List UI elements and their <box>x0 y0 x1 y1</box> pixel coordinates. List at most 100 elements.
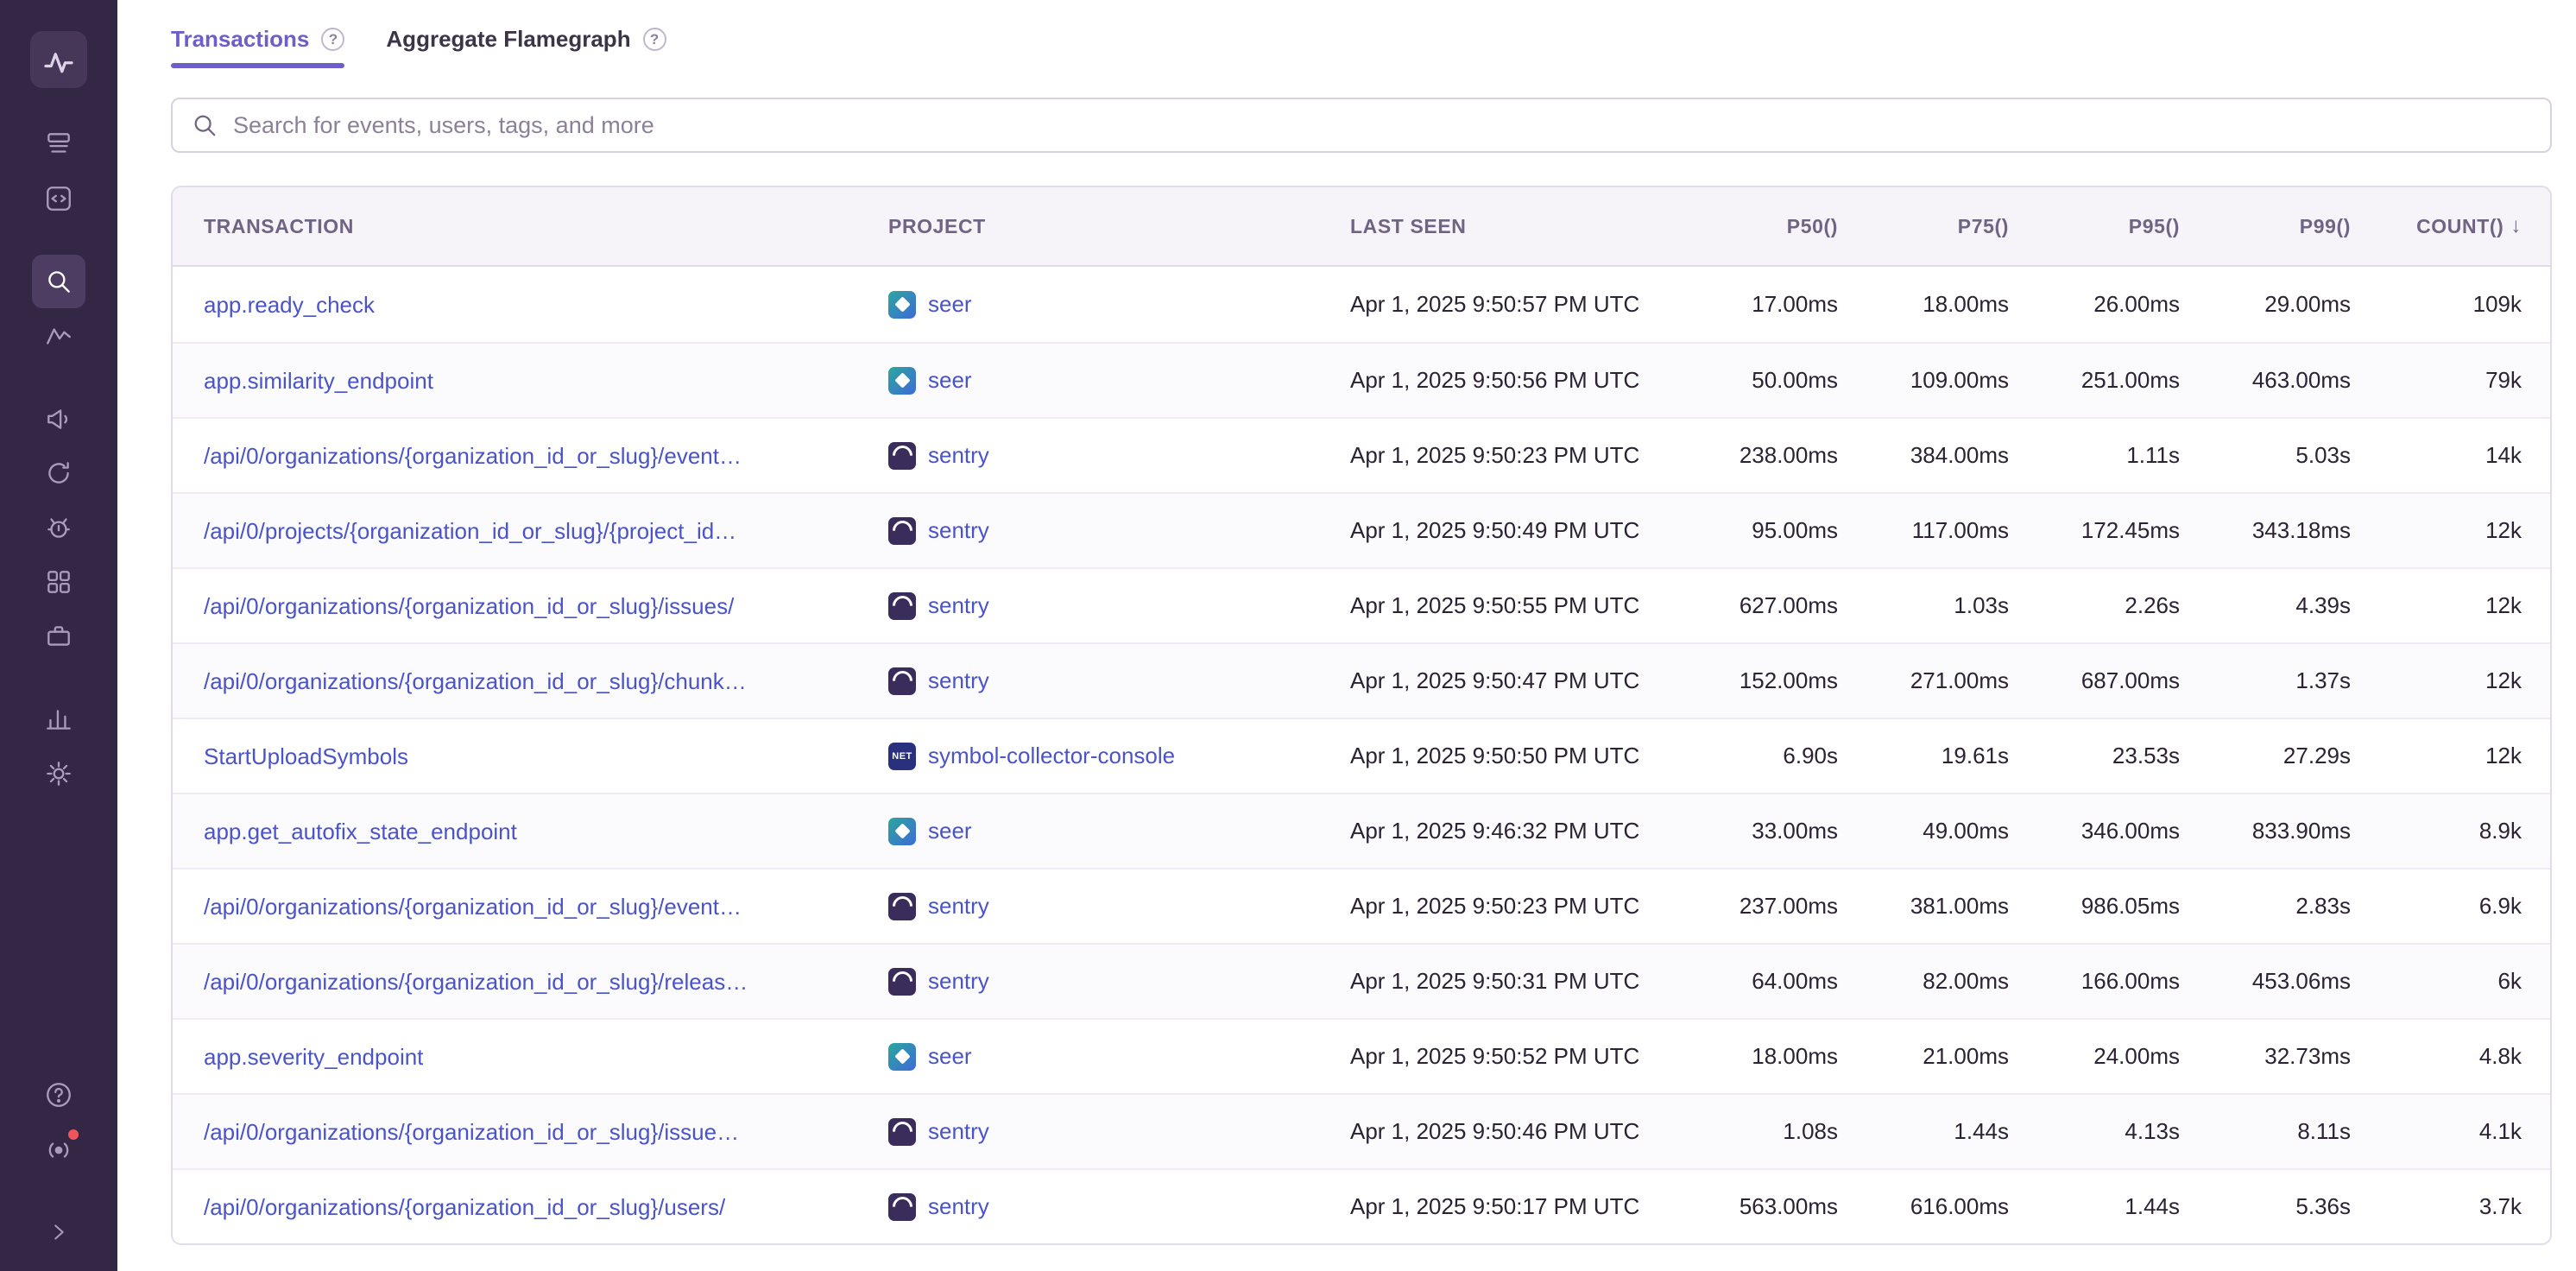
transaction-link[interactable]: app.get_autofix_state_endpoint <box>204 819 517 845</box>
project-link[interactable]: sentry <box>928 592 989 619</box>
p50-value: 563.00ms <box>1695 1193 1866 1220</box>
project-platform-icon <box>888 1193 916 1221</box>
sidebar-item-issues[interactable] <box>32 117 85 171</box>
sidebar-item-releases[interactable] <box>32 610 85 663</box>
sidebar-item-help[interactable] <box>32 1068 85 1122</box>
sidebar-item-explore[interactable] <box>32 172 85 225</box>
transaction-link[interactable]: /api/0/organizations/{organization_id_or… <box>204 593 734 620</box>
p50-value: 33.00ms <box>1695 818 1866 844</box>
project-link[interactable]: sentry <box>928 1193 989 1220</box>
column-header-count-label: COUNT() <box>2416 215 2503 238</box>
p50-value: 1.08s <box>1695 1118 1866 1145</box>
p99-value: 32.73ms <box>2208 1043 2379 1070</box>
sentry-logo-icon <box>41 42 76 77</box>
sidebar-item-whats-new[interactable] <box>32 1122 85 1176</box>
last-seen-value: Apr 1, 2025 9:46:32 PM UTC <box>1350 818 1695 844</box>
project-link[interactable]: sentry <box>928 667 989 694</box>
sidebar-item-traces[interactable] <box>32 309 85 363</box>
help-icon <box>44 1080 73 1110</box>
count-value: 3.7k <box>2379 1193 2550 1220</box>
p95-value: 1.44s <box>2037 1193 2208 1220</box>
project-platform-icon <box>888 291 916 319</box>
sidebar-item-feedback[interactable] <box>32 392 85 446</box>
collapse-sidebar-button[interactable] <box>32 1205 85 1259</box>
replays-icon <box>44 458 73 488</box>
p95-value: 23.53s <box>2037 743 2208 769</box>
table-header: TRANSACTION PROJECT LAST SEEN P50() P75(… <box>173 187 2550 267</box>
project-link[interactable]: seer <box>928 818 972 844</box>
help-question-icon[interactable]: ? <box>643 28 666 51</box>
last-seen-value: Apr 1, 2025 9:50:55 PM UTC <box>1350 592 1695 619</box>
p75-value: 616.00ms <box>1866 1193 2037 1220</box>
project-link[interactable]: sentry <box>928 968 989 995</box>
p50-value: 627.00ms <box>1695 592 1866 619</box>
sidebar-item-search[interactable] <box>32 255 85 308</box>
last-seen-value: Apr 1, 2025 9:50:31 PM UTC <box>1350 968 1695 995</box>
transaction-link[interactable]: /api/0/organizations/{organization_id_or… <box>204 1194 725 1221</box>
project-link[interactable]: sentry <box>928 893 989 920</box>
project-link[interactable]: seer <box>928 367 972 394</box>
last-seen-value: Apr 1, 2025 9:50:50 PM UTC <box>1350 743 1695 769</box>
count-value: 6k <box>2379 968 2550 995</box>
settings-icon <box>44 759 73 788</box>
transaction-link[interactable]: /api/0/organizations/{organization_id_or… <box>204 969 748 996</box>
p99-value: 463.00ms <box>2208 367 2379 394</box>
p75-value: 18.00ms <box>1866 291 2037 318</box>
transaction-link[interactable]: /api/0/projects/{organization_id_or_slug… <box>204 518 736 545</box>
column-header-count[interactable]: COUNT() ↓ <box>2379 214 2550 238</box>
help-question-icon[interactable]: ? <box>321 28 344 51</box>
count-value: 12k <box>2379 517 2550 544</box>
column-header-p75[interactable]: P75() <box>1866 215 2037 238</box>
last-seen-value: Apr 1, 2025 9:50:23 PM UTC <box>1350 893 1695 920</box>
project-link[interactable]: sentry <box>928 1118 989 1145</box>
transaction-link[interactable]: /api/0/organizations/{organization_id_or… <box>204 443 742 470</box>
p95-value: 4.13s <box>2037 1118 2208 1145</box>
p75-value: 384.00ms <box>1866 442 2037 469</box>
transaction-link[interactable]: /api/0/organizations/{organization_id_or… <box>204 894 742 920</box>
count-value: 8.9k <box>2379 818 2550 844</box>
project-link[interactable]: sentry <box>928 442 989 469</box>
column-header-p99[interactable]: P99() <box>2208 215 2379 238</box>
project-link[interactable]: symbol-collector-console <box>928 743 1175 769</box>
transaction-link[interactable]: /api/0/organizations/{organization_id_or… <box>204 1119 739 1146</box>
column-header-p50[interactable]: P50() <box>1695 215 1866 238</box>
p95-value: 26.00ms <box>2037 291 2208 318</box>
count-value: 4.1k <box>2379 1118 2550 1145</box>
p50-value: 18.00ms <box>1695 1043 1866 1070</box>
sidebar-item-crons[interactable] <box>32 501 85 554</box>
sentry-logo[interactable] <box>30 31 87 88</box>
sidebar-item-dashboards[interactable] <box>32 692 85 746</box>
p75-value: 49.00ms <box>1866 818 2037 844</box>
p50-value: 238.00ms <box>1695 442 1866 469</box>
tab-aggregate-flamegraph[interactable]: Aggregate Flamegraph ? <box>386 26 666 68</box>
sidebar-item-settings[interactable] <box>32 747 85 800</box>
sidebar-item-insights[interactable] <box>32 555 85 609</box>
traces-icon <box>44 321 73 351</box>
project-link[interactable]: sentry <box>928 517 989 544</box>
sidebar-item-replays[interactable] <box>32 446 85 500</box>
tab-transactions[interactable]: Transactions ? <box>171 26 344 68</box>
project-platform-icon <box>888 743 916 770</box>
transaction-link[interactable]: StartUploadSymbols <box>204 743 408 770</box>
last-seen-value: Apr 1, 2025 9:50:49 PM UTC <box>1350 517 1695 544</box>
project-link[interactable]: seer <box>928 1043 972 1070</box>
app-root: Transactions ? Aggregate Flamegraph ? TR… <box>0 0 2576 1271</box>
count-value: 79k <box>2379 367 2550 394</box>
sidebar <box>0 0 117 1271</box>
last-seen-value: Apr 1, 2025 9:50:52 PM UTC <box>1350 1043 1695 1070</box>
p75-value: 117.00ms <box>1866 517 2037 544</box>
transaction-link[interactable]: app.similarity_endpoint <box>204 368 433 395</box>
transaction-link[interactable]: app.severity_endpoint <box>204 1044 423 1071</box>
p99-value: 27.29s <box>2208 743 2379 769</box>
transaction-link[interactable]: /api/0/organizations/{organization_id_or… <box>204 668 747 695</box>
project-link[interactable]: seer <box>928 291 972 318</box>
search-input[interactable] <box>231 111 2531 140</box>
last-seen-value: Apr 1, 2025 9:50:57 PM UTC <box>1350 291 1695 318</box>
table-row: app.get_autofix_state_endpoint seer Apr … <box>173 793 2550 868</box>
p75-value: 271.00ms <box>1866 667 2037 694</box>
p99-value: 4.39s <box>2208 592 2379 619</box>
p50-value: 64.00ms <box>1695 968 1866 995</box>
transaction-link[interactable]: app.ready_check <box>204 292 375 319</box>
column-header-p95[interactable]: P95() <box>2037 215 2208 238</box>
table-row: /api/0/organizations/{organization_id_or… <box>173 642 2550 718</box>
